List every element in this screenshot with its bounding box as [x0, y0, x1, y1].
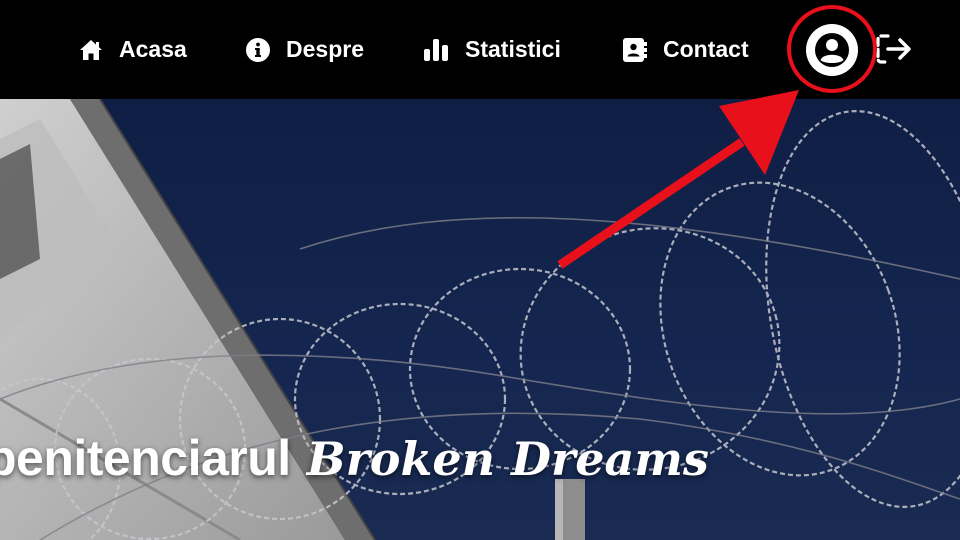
sign-out-icon: [876, 34, 911, 64]
home-icon: [80, 39, 102, 60]
logout-button[interactable]: [876, 33, 912, 65]
address-book-icon: [623, 37, 647, 62]
user-circle-icon: [815, 33, 849, 67]
nav-item-label: Contact: [663, 36, 749, 62]
hero-title: penitenciarul Broken Dreams: [0, 429, 709, 487]
profile-button[interactable]: [806, 24, 858, 76]
nav-item-statistici[interactable]: Statistici: [423, 0, 561, 99]
hero-title-plain: penitenciarul: [0, 430, 291, 486]
top-navbar: Acasa Despre Statistici Contact: [0, 0, 960, 99]
nav-item-acasa[interactable]: Acasa: [79, 0, 187, 99]
nav-item-label: Statistici: [465, 36, 561, 62]
nav-item-label: Acasa: [119, 36, 187, 62]
info-circle-icon: [246, 37, 270, 62]
nav-item-label: Despre: [286, 36, 364, 62]
nav-item-contact[interactable]: Contact: [623, 0, 749, 99]
bar-chart-icon: [424, 38, 448, 61]
nav-item-despre[interactable]: Despre: [246, 0, 364, 99]
hero-title-fancy: Broken Dreams: [306, 432, 709, 486]
hero-banner: penitenciarul Broken Dreams: [0, 99, 960, 540]
